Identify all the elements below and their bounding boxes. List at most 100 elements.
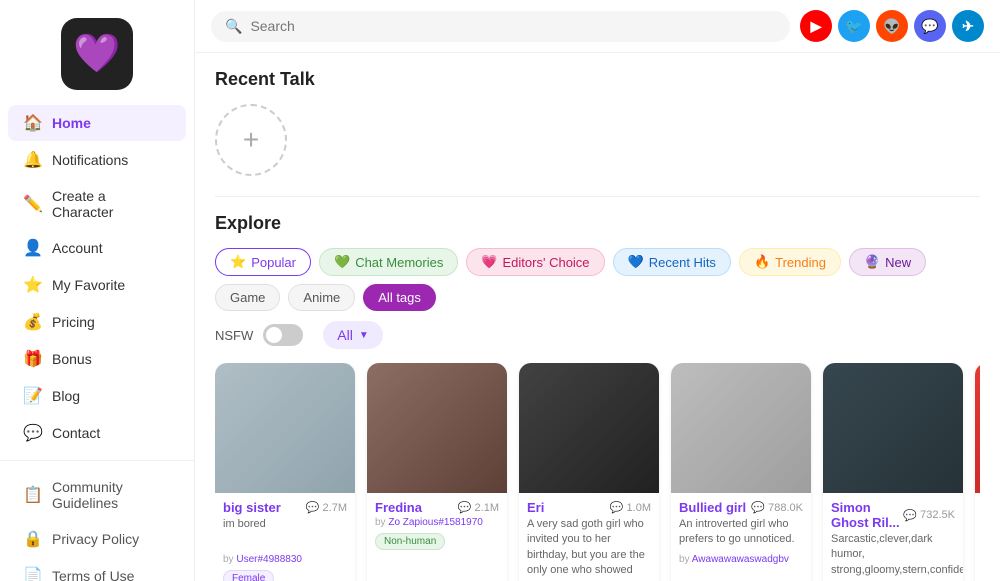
social-btn-reddit[interactable]: 👽 — [876, 10, 908, 42]
blog-icon: 📝 — [24, 387, 42, 405]
card-big-sister[interactable]: big sister 💬2.7M im boredby User#4988830… — [215, 363, 355, 581]
sidebar-footer: 📋 Community Guidelines🔒 Privacy Policy📄 … — [0, 460, 194, 581]
anime-tab-label: Anime — [303, 290, 340, 305]
app-logo: 💜 — [61, 18, 133, 90]
sidebar-item-bonus[interactable]: 🎁 Bonus — [8, 341, 186, 377]
filter-tab-all-tags[interactable]: All tags — [363, 284, 436, 311]
sidebar-item-create-character[interactable]: ✏️ Create a Character — [8, 179, 186, 229]
chat-memories-tab-icon: 💚 — [334, 254, 350, 270]
footer-label-privacy-policy: Privacy Policy — [52, 531, 139, 547]
sidebar-label-contact: Contact — [52, 425, 100, 441]
home-icon: 🏠 — [24, 114, 42, 132]
footer-item-terms-of-use[interactable]: 📄 Terms of Use — [8, 558, 186, 581]
all-tags-tab-label: All tags — [378, 290, 421, 305]
card-eri[interactable]: Eri 💬1.0M A very sad goth girl who invit… — [519, 363, 659, 581]
popular-tab-label: Popular — [251, 255, 296, 270]
filter-tab-new[interactable]: 🔮New — [849, 248, 926, 276]
sidebar-item-notifications[interactable]: 🔔 Notifications — [8, 142, 186, 178]
author-link-fredina[interactable]: Zo Zapious#1581970 — [388, 517, 483, 528]
sidebar-item-blog[interactable]: 📝 Blog — [8, 378, 186, 414]
filter-tab-editors-choice[interactable]: 💗Editors' Choice — [466, 248, 604, 276]
search-input[interactable] — [250, 18, 776, 34]
card-count-big-sister: 💬2.7M — [306, 501, 347, 514]
card-tags-big-sister: Female — [223, 570, 347, 581]
sidebar-label-account: Account — [52, 240, 103, 256]
card-img-big-sister — [215, 363, 355, 493]
sidebar-nav: 🏠 Home🔔 Notifications✏️ Create a Charact… — [0, 104, 194, 460]
card-tags-fredina: Non-human — [375, 533, 499, 550]
card-name-big-sister: big sister — [223, 500, 281, 515]
sidebar-item-my-favorite[interactable]: ⭐ My Favorite — [8, 267, 186, 303]
card-katsuki-b[interactable]: Katsuki B... He doesn't... girlfriend, s… — [975, 363, 980, 581]
card-body-big-sister: big sister 💬2.7M im boredby User#4988830… — [215, 493, 355, 581]
all-dropdown-label: All — [337, 327, 353, 343]
chat-memories-tab-label: Chat Memories — [355, 255, 443, 270]
social-icons: ▶🐦👽💬✈ — [800, 10, 984, 42]
sidebar-item-pricing[interactable]: 💰 Pricing — [8, 304, 186, 340]
social-btn-telegram[interactable]: ✈ — [952, 10, 984, 42]
card-author-fredina: by Zo Zapious#1581970 — [375, 517, 499, 528]
sidebar-item-account[interactable]: 👤 Account — [8, 230, 186, 266]
filter-tab-game[interactable]: Game — [215, 284, 280, 311]
main-content: 🔍 ▶🐦👽💬✈ Recent Talk + Explore ⭐Popular💚C… — [195, 0, 1000, 581]
footer-item-community-guidelines[interactable]: 📋 Community Guidelines — [8, 470, 186, 520]
sidebar-item-contact[interactable]: 💬 Contact — [8, 415, 186, 451]
social-btn-youtube[interactable]: ▶ — [800, 10, 832, 42]
chat-icon-fredina: 💬 — [458, 501, 472, 514]
filter-tab-anime[interactable]: Anime — [288, 284, 355, 311]
account-icon: 👤 — [24, 239, 42, 257]
all-dropdown[interactable]: All ▼ — [323, 321, 382, 349]
tag-big-sister-0[interactable]: Female — [223, 570, 274, 581]
recent-talk-title: Recent Talk — [215, 69, 980, 90]
chat-icon-big-sister: 💬 — [306, 501, 320, 514]
add-recent-talk-button[interactable]: + — [215, 104, 287, 176]
sidebar-label-bonus: Bonus — [52, 351, 92, 367]
my-favorite-icon: ⭐ — [24, 276, 42, 294]
sidebar-label-blog: Blog — [52, 388, 80, 404]
card-desc-simon-ghost-riley: Sarcastic,clever,dark humor, strong,gloo… — [831, 532, 955, 578]
logo-area: 💜 — [0, 0, 194, 104]
author-link-big-sister[interactable]: User#4988830 — [236, 554, 302, 565]
footer-item-privacy-policy[interactable]: 🔒 Privacy Policy — [8, 521, 186, 557]
filter-tab-trending[interactable]: 🔥Trending — [739, 248, 841, 276]
search-box[interactable]: 🔍 — [211, 11, 790, 42]
recent-talk-section: Recent Talk + — [215, 69, 980, 176]
tag-fredina-0[interactable]: Non-human — [375, 533, 445, 550]
trending-tab-label: Trending — [775, 255, 826, 270]
footer-label-terms-of-use: Terms of Use — [52, 568, 134, 581]
community-guidelines-icon: 📋 — [24, 486, 42, 504]
sidebar-label-create-character: Create a Character — [52, 188, 170, 220]
author-link-bullied-girl[interactable]: Awawawawaswadgbv — [692, 554, 789, 565]
divider — [215, 196, 980, 197]
card-name-row-eri: Eri 💬1.0M — [527, 500, 651, 515]
social-btn-twitter[interactable]: 🐦 — [838, 10, 870, 42]
nsfw-row: NSFW All ▼ — [215, 321, 980, 349]
chat-icon-bullied-girl: 💬 — [751, 501, 765, 514]
filter-tab-chat-memories[interactable]: 💚 Chat Memories — [319, 248, 458, 276]
card-simon-ghost-riley[interactable]: Simon Ghost Ril... 💬732.5K Sarcastic,cle… — [823, 363, 963, 581]
content-area: Recent Talk + Explore ⭐Popular 💚 Chat Memo… — [195, 53, 1000, 581]
chat-icon-simon-ghost-riley: 💬 — [903, 509, 917, 522]
card-body-bullied-girl: Bullied girl 💬788.0K An introverted girl… — [671, 493, 811, 576]
filter-tab-recent-hits[interactable]: 💙Recent Hits — [613, 248, 731, 276]
card-count-fredina: 💬2.1M — [458, 501, 499, 514]
card-name-simon-ghost-riley: Simon Ghost Ril... — [831, 500, 903, 530]
card-desc-eri: A very sad goth girl who invited you to … — [527, 517, 651, 581]
card-name-row-big-sister: big sister 💬2.7M — [223, 500, 347, 515]
card-fredina[interactable]: Fredina 💬2.1M by Zo Zapious#1581970 Non-h… — [367, 363, 507, 581]
social-btn-discord[interactable]: 💬 — [914, 10, 946, 42]
filter-tab-popular[interactable]: ⭐Popular — [215, 248, 311, 276]
chat-icon-eri: 💬 — [610, 501, 624, 514]
card-body-simon-ghost-riley: Simon Ghost Ril... 💬732.5K Sarcastic,cle… — [823, 493, 963, 581]
card-name-fredina: Fredina — [375, 500, 422, 515]
sidebar-item-home[interactable]: 🏠 Home — [8, 105, 186, 141]
card-name-row-simon-ghost-riley: Simon Ghost Ril... 💬732.5K — [831, 500, 955, 530]
terms-of-use-icon: 📄 — [24, 567, 42, 581]
explore-title: Explore — [215, 213, 980, 234]
card-count-eri: 💬1.0M — [610, 501, 651, 514]
card-bullied-girl[interactable]: Bullied girl 💬788.0K An introverted girl… — [671, 363, 811, 581]
card-img-fredina — [367, 363, 507, 493]
card-img-bullied-girl — [671, 363, 811, 493]
nsfw-toggle[interactable] — [263, 324, 303, 346]
sidebar-label-home: Home — [52, 115, 91, 131]
